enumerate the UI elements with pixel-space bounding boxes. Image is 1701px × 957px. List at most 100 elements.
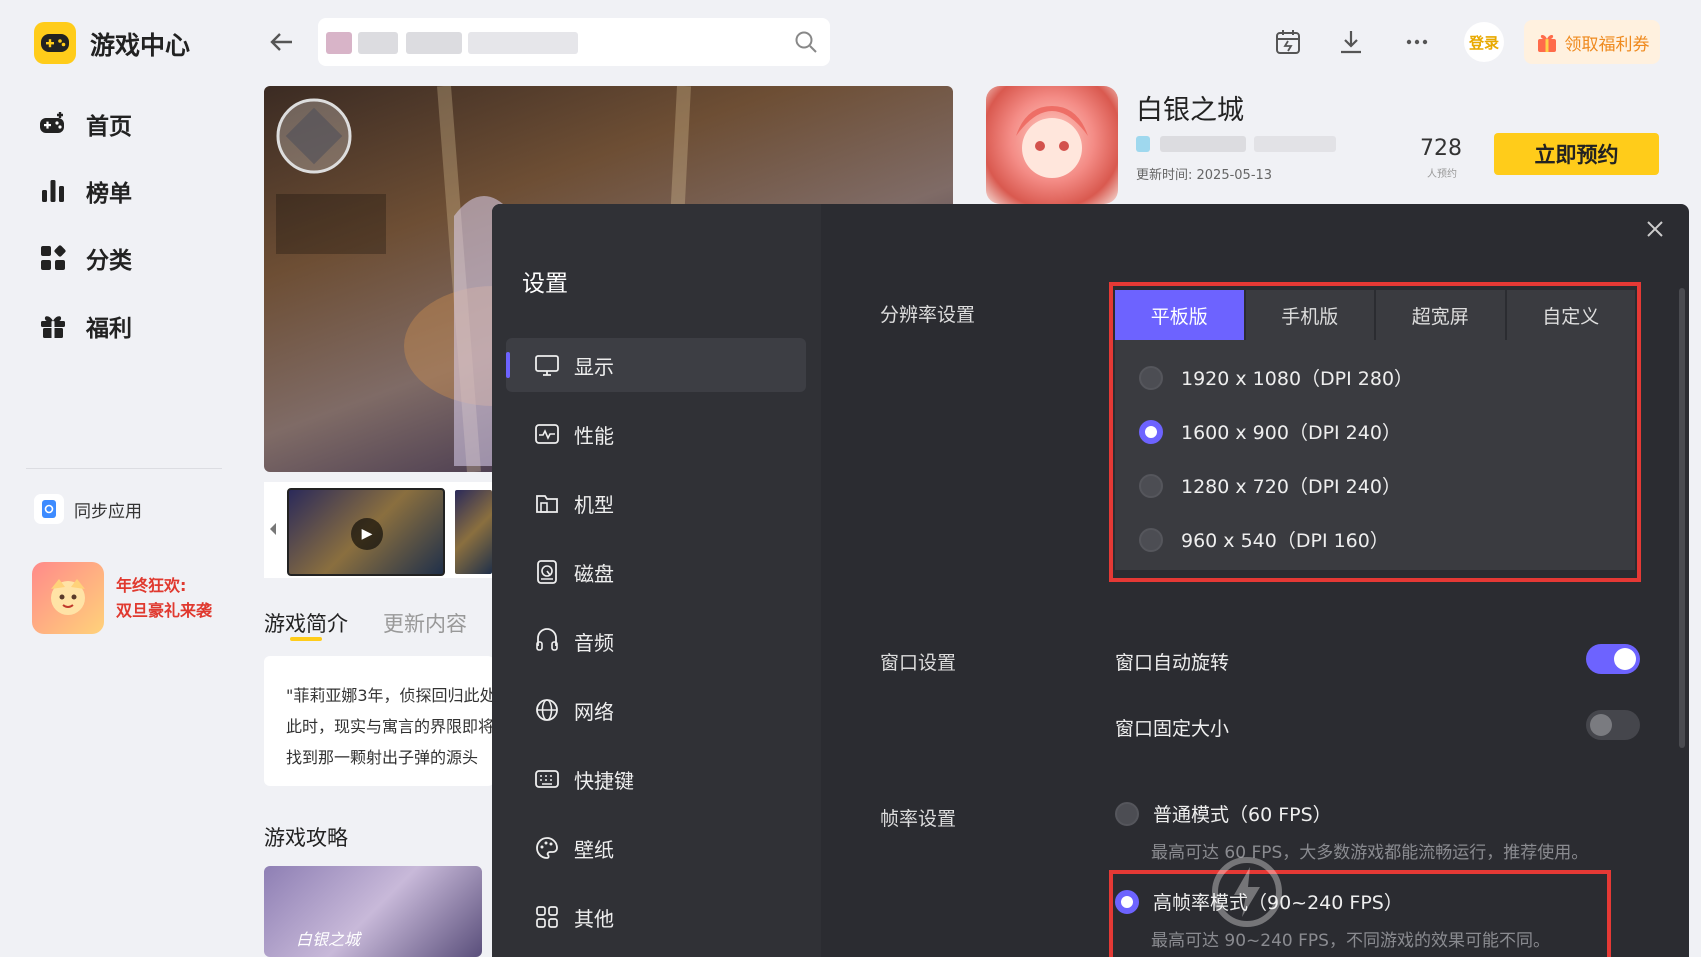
game-icon: [986, 86, 1118, 204]
image-thumbnail[interactable]: [453, 488, 494, 576]
reservation-count: 728: [1420, 136, 1462, 161]
reservation-unit: 人预约: [1427, 169, 1457, 180]
tab-intro[interactable]: 游戏简介: [264, 608, 348, 638]
intro-line: "菲莉亚娜3年，侦探回归此处: [286, 686, 494, 705]
radio-button[interactable]: [1139, 365, 1163, 390]
tab-updates[interactable]: 更新内容: [383, 608, 467, 638]
resolution-option[interactable]: 1280 x 720（DPI 240）: [1139, 472, 1401, 499]
promo-line-2: 双旦豪礼来袭: [116, 601, 213, 620]
tab-phone[interactable]: 手机版: [1246, 290, 1376, 340]
keyboard-icon: [535, 770, 559, 788]
sidebar-item-ranking[interactable]: 榜单: [38, 171, 228, 211]
sidebar-item-welfare[interactable]: 福利: [38, 306, 228, 346]
search-input[interactable]: [318, 18, 830, 66]
guide-section-title: 游戏攻略: [264, 826, 348, 850]
resolution-options: 1920 x 1080（DPI 280） 1600 x 900（DPI 240）…: [1115, 340, 1635, 570]
video-thumbnail[interactable]: ▶: [287, 488, 445, 576]
chevron-left-icon[interactable]: [268, 522, 278, 536]
claim-coupon-label: 领取福利券: [1564, 34, 1650, 55]
download-icon[interactable]: [1335, 26, 1367, 58]
settings-nav-wallpaper[interactable]: 壁纸: [506, 821, 806, 875]
sidebar: 游戏中心 首页 榜单 分类 福利 同步应用 年终狂欢: 双旦豪礼来袭: [0, 0, 240, 957]
calendar-icon[interactable]: [1272, 26, 1304, 58]
fps-settings-label: 帧率设置: [880, 808, 957, 830]
active-tab-indicator: [290, 637, 322, 641]
device-icon: [536, 495, 558, 513]
settings-nav-label: 网络: [574, 699, 614, 724]
sidebar-item-home[interactable]: 首页: [38, 104, 228, 144]
lightning-logo-icon: [1212, 856, 1282, 927]
resolution-label: 分辨率设置: [880, 304, 976, 326]
audio-icon: [536, 628, 558, 651]
sidebar-divider: [26, 468, 222, 469]
settings-nav-label: 其他: [574, 906, 614, 931]
sync-apps-button[interactable]: 同步应用: [34, 494, 142, 524]
settings-nav-device[interactable]: 机型: [506, 476, 806, 530]
resolution-option-selected[interactable]: 1600 x 900（DPI 240）: [1139, 418, 1401, 445]
gift-icon: [41, 316, 65, 338]
promo-line-1: 年终狂欢:: [116, 576, 187, 595]
monitor-icon: [535, 355, 559, 376]
app-title: 游戏中心: [90, 31, 191, 60]
radio-button[interactable]: [1139, 527, 1163, 552]
tab-ultrawide[interactable]: 超宽屏: [1376, 290, 1507, 340]
fixed-size-label: 窗口固定大小: [1115, 718, 1230, 740]
search-icon[interactable]: [794, 30, 818, 58]
sidebar-item-label: 首页: [86, 114, 132, 140]
fps-normal-option[interactable]: 普通模式（60 FPS）: [1115, 800, 1332, 827]
resolution-option-label: 1280 x 720（DPI 240）: [1181, 476, 1401, 498]
settings-nav-audio[interactable]: 音频: [506, 614, 806, 668]
resolution-option-label: 1600 x 900（DPI 240）: [1181, 422, 1401, 444]
login-button[interactable]: 登录: [1464, 22, 1504, 62]
radio-button[interactable]: [1139, 473, 1163, 498]
auto-rotate-toggle[interactable]: [1586, 644, 1640, 674]
fps-high-description: 最高可达 90~240 FPS，不同游戏的效果可能不同。: [1151, 931, 1550, 951]
settings-nav-label: 快捷键: [574, 768, 634, 793]
settings-nav-label: 显示: [574, 354, 614, 379]
radio-button-checked[interactable]: [1139, 419, 1163, 444]
sidebar-item-label: 福利: [86, 316, 132, 342]
resolution-option-label: 1920 x 1080（DPI 280）: [1181, 368, 1414, 390]
promo-character-image: [32, 562, 104, 634]
category-icon: [41, 245, 66, 270]
gamepad-logo-icon: [41, 34, 69, 52]
settings-nav-disk[interactable]: 磁盘: [506, 545, 806, 599]
game-title: 白银之城: [1136, 95, 1244, 126]
play-icon: ▶: [351, 518, 383, 550]
tab-tablet[interactable]: 平板版: [1115, 290, 1246, 340]
settings-nav-label: 性能: [574, 423, 614, 448]
palette-icon: [536, 837, 558, 859]
resolution-tabs: 平板版 手机版 超宽屏 自定义: [1115, 290, 1635, 340]
settings-nav-shortcuts[interactable]: 快捷键: [506, 752, 806, 806]
settings-nav: 设置 显示 性能 机型 磁盘 音频 网络 快捷键 壁纸 其他: [492, 204, 821, 957]
watermark-logo: [1212, 854, 1282, 927]
radio-button-checked[interactable]: [1115, 889, 1139, 914]
close-icon[interactable]: [1645, 216, 1665, 246]
guide-image[interactable]: 白银之城: [264, 866, 482, 957]
resolution-option[interactable]: 960 x 540（DPI 160）: [1139, 526, 1389, 553]
radio-button[interactable]: [1115, 801, 1139, 826]
auto-rotate-label: 窗口自动旋转: [1115, 652, 1230, 674]
fps-normal-label: 普通模式（60 FPS）: [1153, 804, 1332, 826]
gamepad-icon: [40, 112, 64, 133]
reserve-button[interactable]: 立即预约: [1494, 133, 1659, 175]
settings-nav-performance[interactable]: 性能: [506, 407, 806, 461]
settings-nav-network[interactable]: 网络: [506, 683, 806, 737]
claim-coupon-button[interactable]: 领取福利券: [1524, 20, 1660, 64]
scrollbar[interactable]: [1679, 288, 1685, 748]
promo-banner[interactable]: 年终狂欢: 双旦豪礼来袭: [32, 562, 222, 634]
tab-custom[interactable]: 自定义: [1507, 290, 1636, 340]
gift-box-icon: [1537, 34, 1556, 52]
sidebar-item-label: 分类: [86, 248, 132, 274]
app-logo: [34, 22, 76, 64]
sidebar-item-category[interactable]: 分类: [38, 238, 228, 278]
more-options-icon[interactable]: [1401, 26, 1433, 58]
resolution-option[interactable]: 1920 x 1080（DPI 280）: [1139, 364, 1413, 391]
settings-nav-other[interactable]: 其他: [506, 890, 806, 944]
guide-image-logo: 白银之城: [296, 930, 361, 949]
fixed-size-toggle[interactable]: [1586, 710, 1640, 740]
intro-text: "菲莉亚娜3年，侦探回归此处 此时，现实与寓言的界限即将 找到那一颗射出子弹的源…: [264, 656, 494, 786]
settings-nav-display[interactable]: 显示: [506, 338, 806, 392]
sync-icon: [34, 494, 64, 524]
back-arrow-icon[interactable]: [268, 28, 296, 63]
